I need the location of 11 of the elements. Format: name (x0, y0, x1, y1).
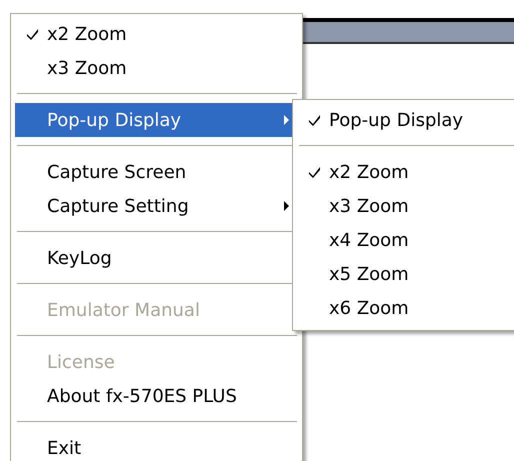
menu-item[interactable]: x6 Zoom (297, 291, 514, 325)
menu-item[interactable]: Capture Setting (15, 189, 299, 223)
menu-item[interactable]: x5 Zoom (297, 257, 514, 291)
menu-item[interactable]: Pop-up Display (297, 103, 514, 137)
menu-item[interactable]: x3 Zoom (297, 189, 514, 223)
menu-item[interactable]: About fx-570ES PLUS (15, 379, 299, 413)
menu-item[interactable]: Exit (15, 431, 299, 461)
menu-item[interactable]: x2 Zoom (297, 155, 514, 189)
menu-item[interactable]: x2 Zoom (15, 17, 299, 51)
menu-item[interactable]: x4 Zoom (297, 223, 514, 257)
menu-item[interactable]: x3 Zoom (15, 51, 299, 85)
